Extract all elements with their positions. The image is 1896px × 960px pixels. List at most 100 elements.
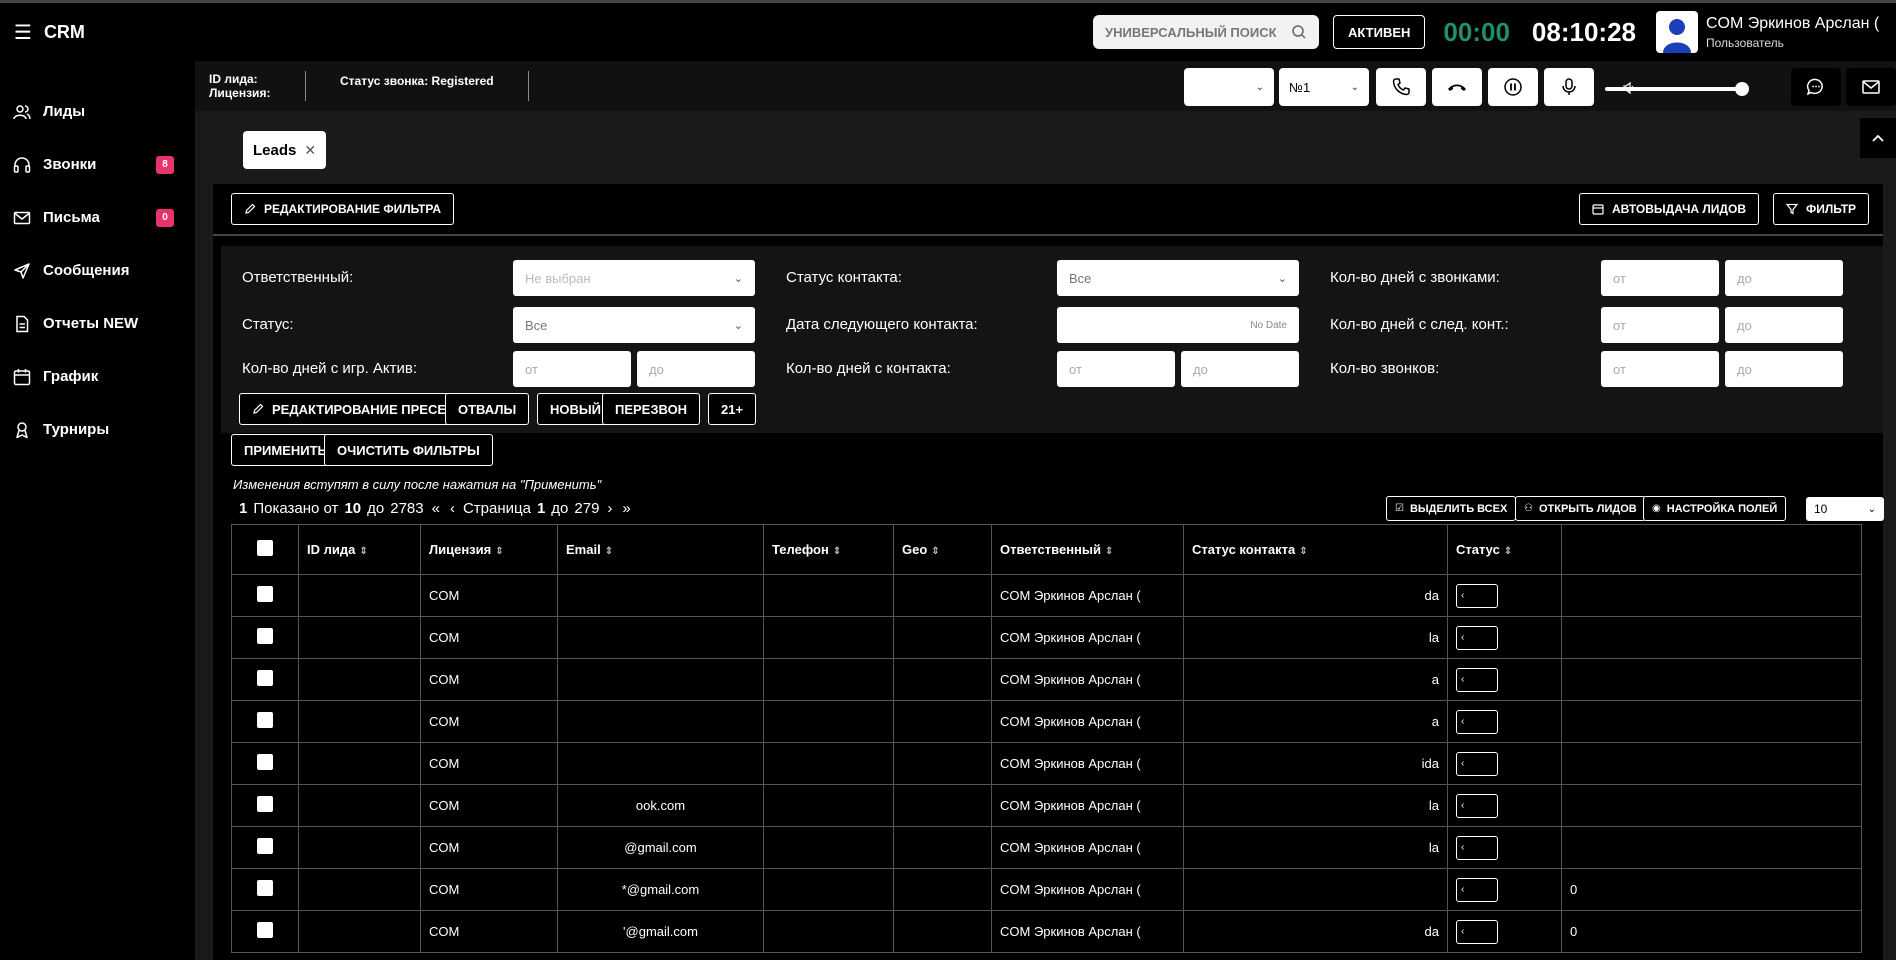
select-all-checkbox[interactable] xyxy=(257,540,273,556)
status-select[interactable]: ‹ xyxy=(1456,583,1498,608)
email-button[interactable] xyxy=(1846,68,1896,106)
prev-page-icon[interactable]: ‹ xyxy=(448,500,457,517)
row-checkbox[interactable] xyxy=(257,628,273,644)
chat-button[interactable] xyxy=(1791,68,1841,106)
contact-status-select[interactable]: Все ⌄ xyxy=(1057,260,1299,296)
user-profile[interactable]: COM Эркинов Арслан ( Пользователь xyxy=(1656,11,1896,53)
days-since-contact-from[interactable]: от xyxy=(1057,351,1175,387)
filter-button[interactable]: ФИЛЬТР xyxy=(1773,193,1870,225)
row-checkbox[interactable] xyxy=(257,922,273,938)
phone-select[interactable]: ⌄ xyxy=(1184,68,1274,106)
line-select[interactable]: №1 ⌄ xyxy=(1279,68,1369,106)
collapse-button[interactable] xyxy=(1860,118,1896,158)
call-button[interactable] xyxy=(1376,68,1426,106)
column-contact-status[interactable]: Статус контакта ⇕ xyxy=(1183,524,1448,575)
table-row[interactable]: COM '@gmail.com COM Эркинов Арслан (da ‹ 0 xyxy=(231,910,1862,953)
row-checkbox[interactable] xyxy=(257,880,273,896)
column-extra[interactable] xyxy=(1561,524,1862,575)
column-lead-id[interactable]: ID лида ⇕ xyxy=(298,524,421,575)
preset-21-plus[interactable]: 21+ xyxy=(708,393,757,425)
column-phone[interactable]: Телефон ⇕ xyxy=(763,524,894,575)
days-since-contact-to[interactable]: до xyxy=(1181,351,1299,387)
responsible-select[interactable]: Не выбран ⌄ xyxy=(513,260,755,296)
select-all-button[interactable]: ☑ ВЫДЕЛИТЬ ВСЕХ xyxy=(1386,496,1517,521)
masked-value xyxy=(307,756,347,768)
table-row[interactable]: COM ook.com COM Эркинов Арслан (la ‹ xyxy=(231,784,1862,827)
status-select[interactable]: ‹ xyxy=(1456,835,1498,860)
game-active-days-from[interactable]: от xyxy=(513,351,631,387)
row-checkbox[interactable] xyxy=(257,712,273,728)
volume-slider-knob[interactable] xyxy=(1735,82,1749,96)
status-select[interactable]: ‹ xyxy=(1456,709,1498,734)
calls-count-to[interactable]: до xyxy=(1725,351,1843,387)
days-next-contact-to[interactable]: до xyxy=(1725,307,1843,343)
active-status-button[interactable]: АКТИВЕН xyxy=(1333,15,1426,49)
call-bar: ID лида: Лицензия: Статус звонка: Regist… xyxy=(195,61,1896,111)
hold-button[interactable] xyxy=(1488,68,1538,106)
select-all-checkbox-cell[interactable] xyxy=(231,524,299,575)
clear-filters-button[interactable]: ОЧИСТИТЬ ФИЛЬТРЫ xyxy=(324,434,493,466)
field-settings-button[interactable]: ◉ НАСТРОЙКА ПОЛЕЙ xyxy=(1643,496,1787,521)
sidebar-item-messages[interactable]: Сообщения xyxy=(0,244,195,297)
sidebar-item-tournaments[interactable]: Турниры xyxy=(0,403,195,456)
first-page-icon[interactable]: « xyxy=(430,500,442,517)
row-checkbox[interactable] xyxy=(257,670,273,686)
to-placeholder: до xyxy=(1737,317,1752,333)
session-timer: 08:10:28 xyxy=(1531,16,1636,47)
responsible-cell: COM Эркинов Арслан ( xyxy=(991,868,1184,911)
row-checkbox[interactable] xyxy=(257,838,273,854)
preset-callback[interactable]: ПЕРЕЗВОН xyxy=(602,393,701,425)
days-with-calls-from[interactable]: от xyxy=(1601,260,1719,296)
table-row[interactable]: COM COM Эркинов Арслан (a ‹ xyxy=(231,700,1862,743)
table-row[interactable]: COM COM Эркинов Арслан (la ‹ xyxy=(231,616,1862,659)
next-page-icon[interactable]: › xyxy=(605,500,614,517)
column-label: Телефон xyxy=(772,542,829,557)
table-row[interactable]: COM COM Эркинов Арслан (ida ‹ xyxy=(231,742,1862,785)
sidebar-item-schedule[interactable]: График xyxy=(0,350,195,403)
next-contact-date-input[interactable]: No Date xyxy=(1057,307,1299,343)
status-select[interactable]: ‹ xyxy=(1456,793,1498,818)
days-with-calls-to[interactable]: до xyxy=(1725,260,1843,296)
calls-count-from[interactable]: от xyxy=(1601,351,1719,387)
sidebar-item-calls[interactable]: Звонки 8 xyxy=(0,138,195,191)
status-select[interactable]: Все ⌄ xyxy=(513,307,755,343)
status-select[interactable]: ‹ xyxy=(1456,877,1498,902)
open-leads-button[interactable]: ⚇ ОТКРЫТЬ ЛИДОВ xyxy=(1515,496,1646,521)
column-email[interactable]: Email ⇕ xyxy=(557,524,764,575)
row-checkbox[interactable] xyxy=(257,754,273,770)
status-select[interactable]: ‹ xyxy=(1456,625,1498,650)
status-select[interactable]: ‹ xyxy=(1456,751,1498,776)
column-geo[interactable]: Geo ⇕ xyxy=(893,524,992,575)
game-active-days-to[interactable]: до xyxy=(637,351,755,387)
last-page-icon[interactable]: » xyxy=(620,500,632,517)
tab-leads[interactable]: Leads ✕ xyxy=(243,131,327,169)
status-select[interactable]: ‹ xyxy=(1456,919,1498,944)
column-status[interactable]: Статус ⇕ xyxy=(1447,524,1562,575)
sidebar-item-mail[interactable]: Письма 0 xyxy=(0,191,195,244)
phone-cell xyxy=(763,574,894,617)
close-icon[interactable]: ✕ xyxy=(304,142,316,159)
column-license[interactable]: Лицензия ⇕ xyxy=(420,524,558,575)
preset-otvaly[interactable]: ОТВАЛЫ xyxy=(445,393,530,425)
status-cell: ‹ xyxy=(1447,658,1562,701)
lead-id-label: ID лида: xyxy=(209,72,258,86)
status-select[interactable]: ‹ xyxy=(1456,667,1498,692)
hamburger-icon[interactable]: ☰ xyxy=(14,20,32,45)
volume-slider[interactable] xyxy=(1605,82,1749,96)
mute-button[interactable] xyxy=(1544,68,1594,106)
column-responsible[interactable]: Ответственный ⇕ xyxy=(991,524,1184,575)
per-page-select[interactable]: 10 ⌄ xyxy=(1806,497,1884,521)
row-checkbox[interactable] xyxy=(257,586,273,602)
table-row[interactable]: COM COM Эркинов Арслан (da ‹ xyxy=(231,574,1862,617)
table-row[interactable]: COM COM Эркинов Арслан (a ‹ xyxy=(231,658,1862,701)
days-next-contact-from[interactable]: от xyxy=(1601,307,1719,343)
table-row[interactable]: COM *@gmail.com COM Эркинов Арслан (‹ 0 xyxy=(231,868,1862,911)
universal-search-button[interactable]: УНИВЕРСАЛЬНЫЙ ПОИСК xyxy=(1093,15,1320,49)
table-row[interactable]: COM @gmail.com COM Эркинов Арслан (la ‹ xyxy=(231,826,1862,869)
row-checkbox[interactable] xyxy=(257,796,273,812)
auto-leads-button[interactable]: АВТОВЫДАЧА ЛИДОВ xyxy=(1579,193,1759,225)
sidebar-item-leads[interactable]: Лиды xyxy=(0,85,195,138)
edit-filter-button[interactable]: РЕДАКТИРОВАНИЕ ФИЛЬТРА xyxy=(231,193,454,225)
hangup-button[interactable] xyxy=(1432,68,1482,106)
sidebar-item-reports[interactable]: Отчеты NEW xyxy=(0,297,195,350)
